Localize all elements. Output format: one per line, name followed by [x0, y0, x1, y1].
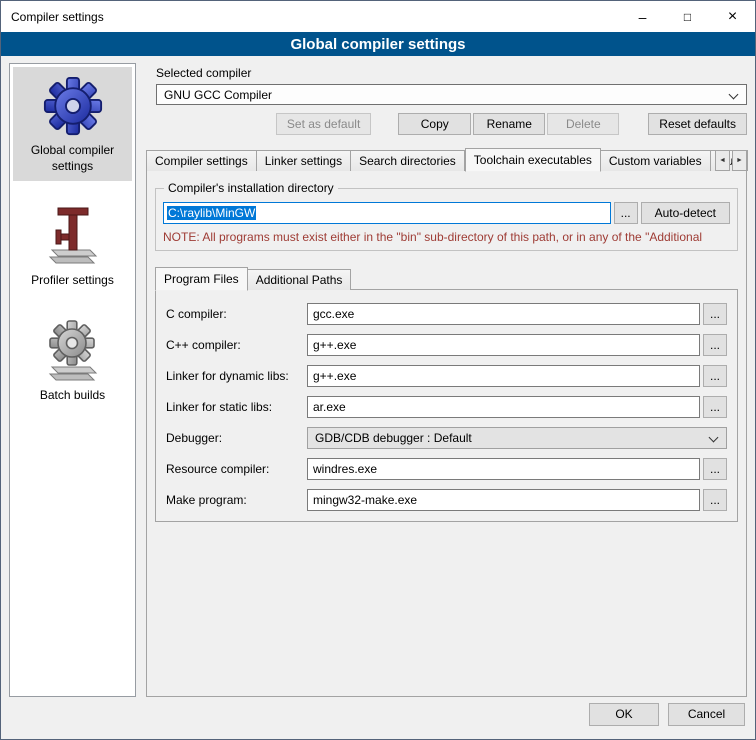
reset-defaults-button[interactable]: Reset defaults [648, 113, 747, 135]
program-files-page: C compiler: ... C++ compiler: ... Linker… [155, 289, 738, 522]
make-program-input[interactable] [307, 489, 700, 511]
subtab-additional-paths[interactable]: Additional Paths [248, 269, 352, 290]
chevron-down-icon [729, 90, 739, 100]
form-row: C++ compiler: ... [166, 334, 727, 356]
maximize-button[interactable]: □ [665, 1, 710, 32]
copy-button[interactable]: Copy [398, 113, 471, 135]
rename-button[interactable]: Rename [473, 113, 545, 135]
form-row: Debugger: GDB/CDB debugger : Default [166, 427, 727, 449]
field-label: Resource compiler: [166, 462, 304, 476]
left-arrow-icon: ◄ [719, 157, 726, 164]
dialog-body: Global compiler settings [1, 56, 755, 697]
window-controls: – □ × [620, 1, 755, 32]
minimize-button[interactable]: – [620, 1, 665, 32]
sidebar-item-profiler-settings[interactable]: Profiler settings [13, 195, 132, 296]
window-title: Compiler settings [11, 10, 620, 24]
set-as-default-button[interactable]: Set as default [276, 113, 371, 135]
titlebar[interactable]: Compiler settings – □ × [1, 1, 755, 32]
browse-button[interactable]: ... [703, 365, 727, 387]
cpp-compiler-input[interactable] [307, 334, 700, 356]
install-dir-group-title: Compiler's installation directory [164, 181, 338, 195]
selected-compiler-label: Selected compiler [156, 66, 747, 80]
minimize-icon: – [639, 9, 647, 25]
tab-compiler-settings[interactable]: Compiler settings [146, 150, 257, 171]
compiler-gear-icon [43, 76, 103, 136]
sidebar-item-batch-builds[interactable]: Batch builds [13, 310, 132, 411]
ok-button[interactable]: OK [589, 703, 659, 726]
field-label: C++ compiler: [166, 338, 304, 352]
tab-scroll-left-button[interactable]: ◄ [715, 150, 730, 171]
sidebar-item-label: Profiler settings [31, 273, 114, 289]
form-row: C compiler: ... [166, 303, 727, 325]
tab-custom-variables[interactable]: Custom variables [601, 150, 711, 171]
c-compiler-input[interactable] [307, 303, 700, 325]
close-icon: × [728, 8, 737, 26]
tab-linker-settings[interactable]: Linker settings [257, 150, 351, 171]
tab-scroll-right-button[interactable]: ► [732, 150, 747, 171]
chevron-down-icon [709, 433, 719, 443]
dialog-header: Global compiler settings [1, 32, 755, 56]
note-text: NOTE: All programs must exist either in … [163, 230, 730, 244]
auto-detect-button[interactable]: Auto-detect [641, 202, 730, 224]
toolchain-executables-page: Compiler's installation directory C:\ray… [146, 170, 747, 697]
settings-tabbar: Compiler settings Linker settings Search… [146, 147, 747, 171]
field-label: Make program: [166, 493, 304, 507]
debugger-select[interactable]: GDB/CDB debugger : Default [307, 427, 727, 449]
static-linker-input[interactable] [307, 396, 700, 418]
delete-button[interactable]: Delete [547, 113, 619, 135]
field-label: Linker for dynamic libs: [166, 369, 304, 383]
compiler-action-buttons: Set as default Copy Rename Delete Reset … [146, 113, 747, 135]
profiler-icon [44, 204, 102, 266]
compiler-settings-dialog: Compiler settings – □ × Global compiler … [0, 0, 756, 740]
browse-button[interactable]: ... [703, 458, 727, 480]
browse-button[interactable]: ... [703, 334, 727, 356]
maximize-icon: □ [684, 10, 691, 24]
tab-scroll-controls: ◄ ► [715, 150, 747, 171]
right-arrow-icon: ► [736, 157, 743, 164]
cancel-button[interactable]: Cancel [668, 703, 745, 726]
browse-button[interactable]: ... [703, 396, 727, 418]
sidebar: Global compiler settings [9, 63, 136, 697]
dialog-footer: OK Cancel [1, 697, 755, 739]
install-dir-value: C:\raylib\MinGW [167, 206, 256, 220]
form-row: Resource compiler: ... [166, 458, 727, 480]
install-dir-groupbox: Compiler's installation directory C:\ray… [155, 188, 738, 251]
tab-toolchain-executables[interactable]: Toolchain executables [465, 148, 601, 172]
install-dir-input[interactable]: C:\raylib\MinGW [163, 202, 611, 224]
compiler-select[interactable]: GNU GCC Compiler [156, 84, 747, 105]
tab-search-directories[interactable]: Search directories [351, 150, 465, 171]
subtab-program-files[interactable]: Program Files [155, 267, 248, 291]
resource-compiler-input[interactable] [307, 458, 700, 480]
install-dir-browse-button[interactable]: ... [614, 202, 638, 224]
install-dir-row: C:\raylib\MinGW ... Auto-detect [163, 202, 730, 224]
browse-button[interactable]: ... [703, 303, 727, 325]
browse-button[interactable]: ... [703, 489, 727, 511]
main-panel: Selected compiler GNU GCC Compiler Set a… [146, 63, 747, 697]
field-label: Debugger: [166, 431, 304, 445]
dynamic-linker-input[interactable] [307, 365, 700, 387]
debugger-select-value: GDB/CDB debugger : Default [315, 431, 472, 445]
compiler-select-value: GNU GCC Compiler [164, 88, 272, 102]
close-button[interactable]: × [710, 1, 755, 32]
field-label: Linker for static libs: [166, 400, 304, 414]
form-row: Linker for static libs: ... [166, 396, 727, 418]
form-row: Linker for dynamic libs: ... [166, 365, 727, 387]
program-files-subtabbar: Program Files Additional Paths [155, 266, 738, 290]
dialog-header-title: Global compiler settings [290, 36, 465, 53]
field-label: C compiler: [166, 307, 304, 321]
batch-builds-icon [44, 319, 102, 381]
sidebar-item-label: Batch builds [40, 388, 105, 404]
sidebar-item-global-compiler-settings[interactable]: Global compiler settings [13, 67, 132, 181]
sidebar-item-label: Global compiler settings [15, 143, 130, 174]
form-row: Make program: ... [166, 489, 727, 511]
